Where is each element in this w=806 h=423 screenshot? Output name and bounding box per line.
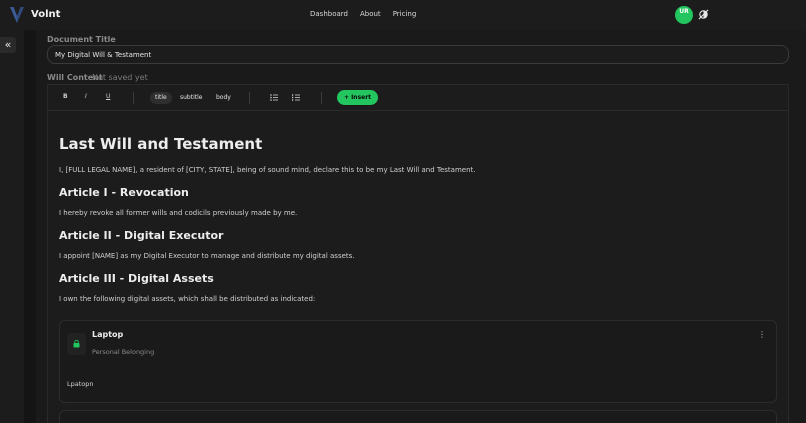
- main-nav: Dashboard About Pricing: [310, 10, 416, 18]
- brand-name[interactable]: Volnt: [31, 9, 60, 20]
- section-paragraph: I own the following digital assets, whic…: [59, 295, 316, 303]
- document-body[interactable]: Last Will and Testament I, [FULL LEGAL N…: [59, 135, 779, 303]
- document-title-input[interactable]: [47, 45, 789, 64]
- bullet-list-icon[interactable]: [270, 94, 278, 101]
- bold-button[interactable]: B: [63, 93, 68, 100]
- editor-toolbar: B I U title subtitle body + Insert: [48, 85, 788, 111]
- document-title-label: Document Title: [47, 35, 116, 44]
- will-editor[interactable]: B I U title subtitle body + Insert Last …: [47, 84, 789, 423]
- avatar[interactable]: UR: [675, 6, 693, 24]
- sidebar: [0, 30, 24, 423]
- sidebar-collapse-button[interactable]: «: [0, 37, 16, 53]
- asset-card[interactable]: Laptop Personal Belonging Lpatopn ⋮: [59, 320, 777, 403]
- nav-pricing[interactable]: Pricing: [393, 10, 417, 18]
- section-paragraph: I hereby revoke all former wills and cod…: [59, 209, 298, 217]
- insert-button[interactable]: + Insert: [337, 90, 378, 105]
- insert-label: Insert: [351, 94, 372, 101]
- asset-card[interactable]: [59, 410, 777, 423]
- toolbar-divider: [249, 92, 250, 104]
- save-status: Not saved yet: [92, 73, 148, 82]
- logo-icon[interactable]: [9, 6, 25, 24]
- sidebar-divider: [24, 30, 36, 423]
- underline-button[interactable]: U: [106, 93, 110, 100]
- style-body-button[interactable]: body: [211, 92, 236, 104]
- section-heading: Article III - Digital Assets: [59, 272, 214, 285]
- asset-name: Laptop: [92, 330, 124, 339]
- toolbar-divider: [321, 92, 322, 104]
- lock-icon: [73, 340, 80, 348]
- asset-description: Lpatopn: [67, 380, 94, 388]
- theme-toggle-icon[interactable]: [698, 9, 709, 20]
- nav-about[interactable]: About: [360, 10, 381, 18]
- section-heading: Article II - Digital Executor: [59, 229, 224, 242]
- asset-icon-container: [67, 333, 86, 355]
- style-subtitle-button[interactable]: subtitle: [175, 92, 207, 104]
- document-heading: Last Will and Testament: [59, 135, 263, 153]
- intro-paragraph: I, [FULL LEGAL NAME], a resident of [CIT…: [59, 166, 476, 174]
- italic-button[interactable]: I: [85, 93, 87, 100]
- asset-category: Personal Belonging: [92, 348, 155, 356]
- section-paragraph: I appoint [NAME] as my Digital Executor …: [59, 252, 355, 260]
- double-chevron-left-icon: «: [4, 38, 12, 51]
- toolbar-divider: [133, 92, 134, 104]
- numbered-list-icon[interactable]: [292, 94, 300, 101]
- more-vertical-icon[interactable]: ⋮: [758, 330, 766, 342]
- style-title-button[interactable]: title: [150, 92, 172, 104]
- plus-icon: +: [343, 94, 352, 101]
- section-heading: Article I - Revocation: [59, 186, 189, 199]
- nav-dashboard[interactable]: Dashboard: [310, 10, 348, 18]
- top-bar: Volnt Dashboard About Pricing UR: [0, 0, 806, 30]
